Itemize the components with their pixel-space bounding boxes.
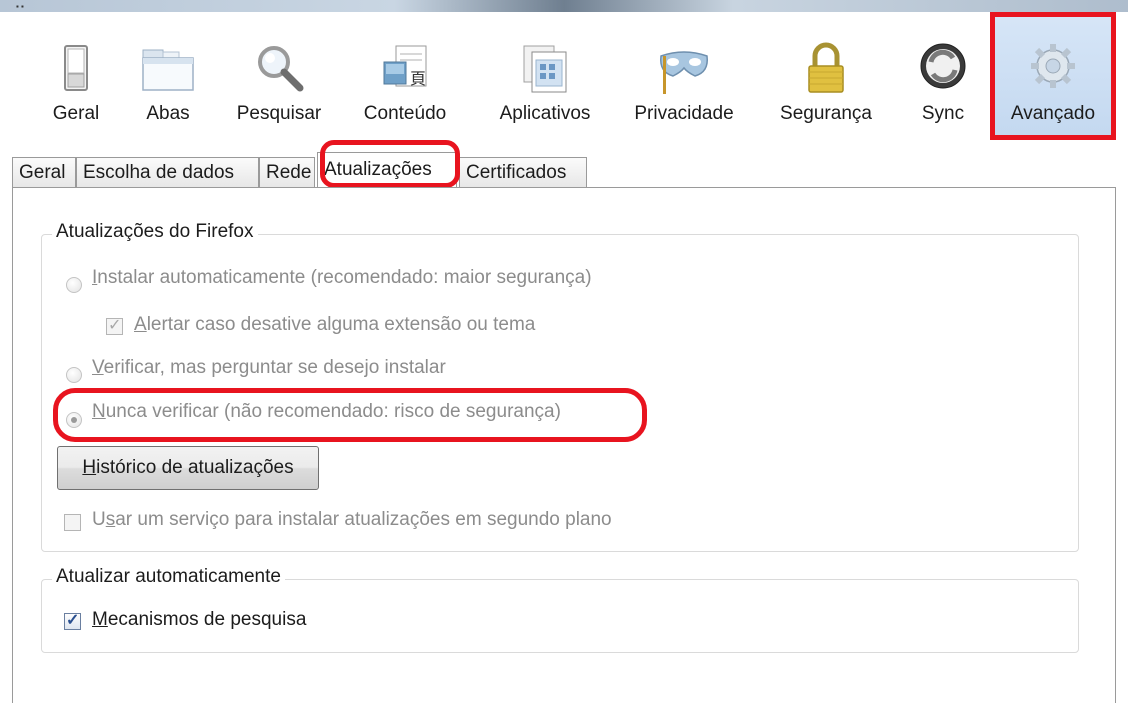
gear-icon <box>1031 44 1075 88</box>
firefox-updates-group: Atualizações do Firefox Instalar automat… <box>41 221 1079 552</box>
switch-icon <box>64 45 88 91</box>
checkbox-background-service[interactable] <box>64 514 81 531</box>
toolbar-label: Aplicativos <box>499 103 591 124</box>
toolbar-item-pesquisar[interactable]: Pesquisar <box>224 12 334 140</box>
tab-escolha-de-dados[interactable]: Escolha de dados <box>76 157 259 187</box>
toolbar-label: Pesquisar <box>236 103 322 124</box>
radio-auto-install[interactable] <box>66 277 82 293</box>
updates-panel: Atualizações do Firefox Instalar automat… <box>12 187 1116 703</box>
window-frame: ▪ ▪ <box>0 0 1128 12</box>
radio-selected-dot <box>71 417 77 423</box>
label-alert-disable: Alertar caso desative alguma extensão ou… <box>134 314 536 335</box>
padlock-icon <box>808 42 844 93</box>
toolbar-label: Abas <box>146 103 190 124</box>
toolbar-item-avancado[interactable]: Avançado <box>990 12 1116 140</box>
group-title: Atualizar automaticamente <box>52 566 285 588</box>
label-never-check: Nunca verificar (não recomendado: risco … <box>92 401 561 422</box>
check-mark-icon: ✓ <box>66 612 80 629</box>
auto-update-group: Atualizar automaticamente ✓ Mecanismos d… <box>41 566 1079 653</box>
applications-icon <box>523 45 567 93</box>
toolbar-label: Segurança <box>780 103 872 124</box>
window-frame-mark: ▪ ▪ <box>16 2 24 11</box>
toolbar-label: Avançado <box>1010 103 1096 124</box>
tab-geral[interactable]: Geral <box>12 157 76 187</box>
sync-icon <box>920 43 966 89</box>
checkbox-alert-disable[interactable]: ✓ <box>106 317 123 335</box>
radio-check-ask[interactable] <box>66 367 82 383</box>
toolbar-item-sync[interactable]: Sync <box>906 12 980 140</box>
check-mark-icon: ✓ <box>108 317 122 334</box>
tab-rede[interactable]: Rede <box>259 157 315 187</box>
preferences-toolbar: Geral Abas Pesquisar 頁 Conteúdo Aplicati… <box>0 12 1128 140</box>
toolbar-label: Geral <box>52 103 100 124</box>
radio-never-check[interactable] <box>66 412 82 428</box>
mask-icon <box>660 51 708 94</box>
toolbar-item-aplicativos[interactable]: Aplicativos <box>482 12 608 140</box>
toolbar-item-privacidade[interactable]: Privacidade <box>622 12 746 140</box>
toolbar-label: Privacidade <box>634 103 734 124</box>
toolbar-item-conteudo[interactable]: 頁 Conteúdo <box>350 12 460 140</box>
content-page-icon: 頁 <box>383 45 427 88</box>
tab-certificados[interactable]: Certificados <box>459 157 587 187</box>
checkbox-search-engines[interactable]: ✓ <box>64 612 81 630</box>
toolbar-label: Sync <box>921 103 965 124</box>
toolbar-item-abas[interactable]: Abas <box>128 12 208 140</box>
svg-text:頁: 頁 <box>410 69 426 88</box>
label-background-service: Usar um serviço para instalar atualizaçõ… <box>92 509 612 530</box>
label-check-ask: Verificar, mas perguntar se desejo insta… <box>92 357 446 378</box>
toolbar-label: Conteúdo <box>363 103 447 124</box>
group-title: Atualizações do Firefox <box>52 221 258 243</box>
tabs-window-icon <box>142 49 194 91</box>
tab-atualizacoes[interactable]: Atualizações <box>317 152 457 188</box>
label-auto-install: Instalar automaticamente (recomendado: m… <box>92 267 592 288</box>
magnifier-icon <box>258 46 304 92</box>
label-search-engines: Mecanismos de pesquisa <box>92 609 307 630</box>
toolbar-item-geral[interactable]: Geral <box>38 12 114 140</box>
toolbar-item-seguranca[interactable]: Segurança <box>768 12 884 140</box>
update-history-button[interactable]: Histórico de atualizações <box>57 446 319 490</box>
